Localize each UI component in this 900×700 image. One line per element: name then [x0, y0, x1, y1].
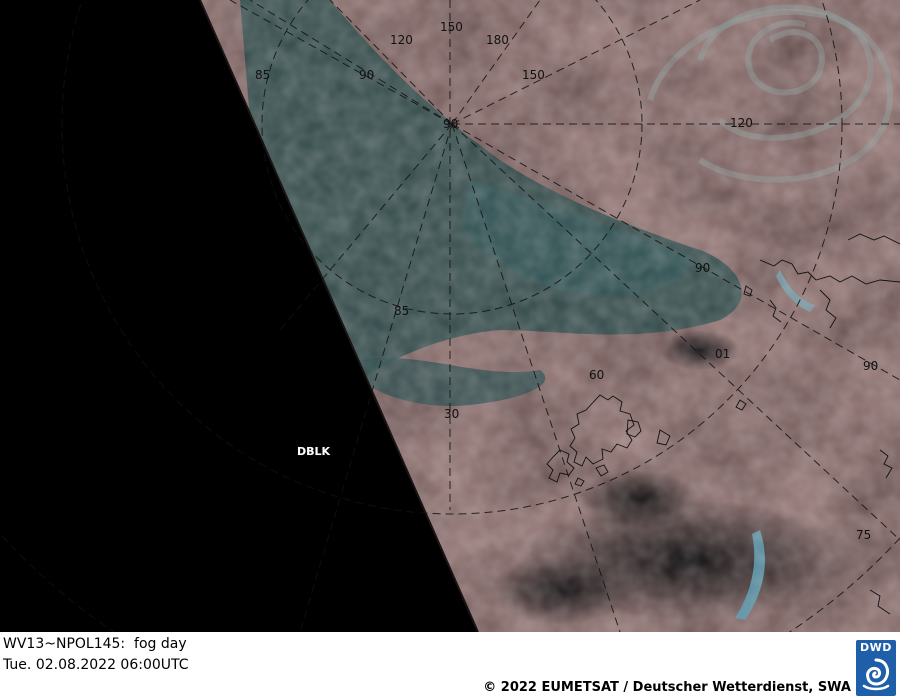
grid-label: 85	[255, 68, 270, 82]
grid-label: 30	[444, 407, 459, 421]
caption-footer: WV13~NPOL145: fog day Tue. 02.08.2022 06…	[0, 632, 900, 700]
dwd-logo: DWD	[856, 640, 896, 696]
grid-label: 75	[856, 528, 871, 542]
grid-label: 150	[522, 68, 545, 82]
grid-label: 90	[863, 359, 878, 373]
grid-label: 120	[730, 116, 753, 130]
product-caption: WV13~NPOL145: fog day	[3, 636, 187, 652]
grid-label: 150	[440, 20, 463, 34]
grid-label: 90	[695, 261, 710, 275]
dwd-logo-text: DWD	[860, 641, 892, 654]
grid-label: 180	[486, 33, 509, 47]
satellite-image-viewer: 150 120 180 85 90 150 90 120 90 85 01 90…	[0, 0, 900, 700]
grid-label: 85	[394, 304, 409, 318]
grid-label: 60	[589, 368, 604, 382]
dblk-stamp: DBLK	[297, 445, 331, 458]
grid-label: 01	[715, 347, 730, 361]
satellite-imagery: 150 120 180 85 90 150 90 120 90 85 01 90…	[0, 0, 900, 632]
grid-label: 120	[390, 33, 413, 47]
grid-label: 90	[443, 117, 458, 131]
swirl-icon	[862, 658, 890, 691]
grid-label: 90	[359, 68, 374, 82]
copyright-notice: © 2022 EUMETSAT / Deutscher Wetterdienst…	[483, 680, 851, 695]
timestamp-caption: Tue. 02.08.2022 06:00UTC	[3, 657, 189, 673]
